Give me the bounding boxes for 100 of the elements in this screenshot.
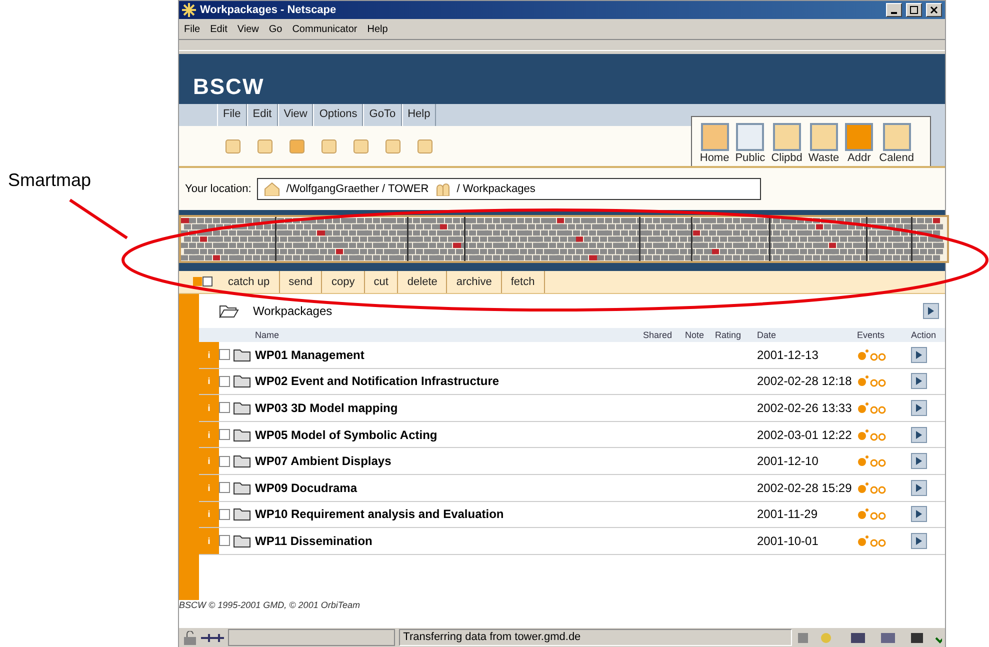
column-header[interactable]: Note: [685, 330, 715, 340]
action-menu-button[interactable]: [911, 480, 927, 496]
location-label: Your location:: [185, 183, 252, 195]
column-header[interactable]: Action: [911, 330, 945, 340]
column-header[interactable]: Rating: [715, 330, 757, 340]
menu-item[interactable]: File: [184, 24, 200, 34]
annotation-line: [69, 198, 128, 240]
triangle-icon: [916, 484, 922, 492]
item-name[interactable]: WP02 Event and Notification Infrastructure: [255, 374, 643, 388]
item-name[interactable]: WP10 Requirement analysis and Evaluation: [255, 507, 643, 522]
triangle-icon: [916, 404, 922, 412]
connection-icon: [200, 632, 224, 644]
date-cell-text: 2001-12-10: [757, 454, 820, 468]
annotation-label: Smartmap: [8, 170, 92, 190]
action-menu-button[interactable]: [911, 506, 927, 522]
status-text: Transferring data from tower.gmd.de: [399, 629, 792, 646]
action-button[interactable]: copy: [322, 271, 365, 293]
copyright-text: BSCW © 1995-2001 GMD, © 2001 OrbiTeam: [179, 600, 362, 612]
column-header[interactable]: Name: [255, 330, 643, 340]
smartmap-drawing[interactable]: [179, 215, 949, 263]
maximize-button[interactable]: [906, 3, 922, 17]
date-cell-text: 2002-02-26 13:33: [757, 400, 853, 415]
date-cell-text: 2001-10-01: [757, 534, 820, 548]
folder-icon: [233, 454, 251, 468]
menu-item[interactable]: Go: [268, 24, 282, 34]
folder-title: Workpackages: [253, 304, 332, 318]
toolbar-icon[interactable]: [417, 138, 433, 154]
row-checkbox[interactable]: [219, 456, 230, 467]
triangle-icon: [916, 350, 922, 359]
triangle-icon: [916, 510, 922, 518]
menu-item[interactable]: Communicator: [292, 24, 358, 34]
location-link[interactable]: /WolfgangGraether / TOWER: [286, 183, 429, 195]
date-cell-text: 2002-03-01 12:22: [757, 428, 853, 442]
date-cell-text: 2002-02-28 12:18: [757, 374, 853, 388]
toolbar-icon[interactable]: [385, 138, 401, 154]
triangle-icon: [916, 457, 922, 466]
action-menu-button[interactable]: [911, 426, 927, 443]
folder-icon: [233, 348, 251, 362]
row-checkbox[interactable]: [219, 402, 230, 414]
action-button[interactable]: send: [280, 271, 322, 293]
item-name[interactable]: WP01 Management: [255, 348, 643, 362]
folder-icon: [233, 534, 251, 548]
column-header[interactable]: Shared: [643, 330, 685, 340]
folder-icon: [233, 374, 251, 388]
item-name[interactable]: WP03 3D Model mapping: [255, 400, 643, 415]
item-name[interactable]: WP11 Dissemination: [255, 534, 643, 548]
action-menu-button[interactable]: [911, 532, 927, 549]
folder-icon: [233, 428, 251, 442]
folder-icon: [233, 480, 251, 495]
close-icon: [930, 6, 938, 14]
minimize-button[interactable]: [886, 3, 902, 17]
row-checkbox[interactable]: [219, 376, 230, 387]
menu-item[interactable]: Edit: [210, 24, 228, 34]
date-cell-text: 2001-12-13: [757, 348, 820, 362]
menu-item[interactable]: View: [237, 24, 259, 34]
item-name[interactable]: WP05 Model of Symbolic Acting: [255, 428, 643, 442]
app-icon: [182, 3, 196, 17]
open-folder-icon: [219, 304, 239, 318]
folder-icon: [233, 400, 251, 415]
people-icon: [434, 182, 451, 196]
row-checkbox[interactable]: [219, 429, 230, 440]
action-button[interactable]: fetch: [502, 271, 545, 293]
date-cell-text: 2002-02-28 15:29: [757, 480, 853, 495]
triangle-icon: [916, 430, 922, 439]
lock-icon: [182, 630, 197, 644]
action-menu-button[interactable]: [923, 303, 939, 319]
folder-icon: [233, 507, 251, 522]
row-checkbox[interactable]: [219, 482, 230, 494]
location-link[interactable]: / Workpackages: [456, 183, 536, 195]
row-checkbox[interactable]: [219, 508, 230, 520]
action-button[interactable]: archive: [447, 271, 502, 293]
row-checkbox[interactable]: [219, 535, 230, 546]
column-header[interactable]: Events: [857, 330, 911, 340]
component-icons-drawing[interactable]: [796, 630, 942, 644]
logo: BSCW: [193, 74, 264, 100]
action-menu-button[interactable]: [911, 453, 927, 470]
item-name[interactable]: WP09 Docudrama: [255, 480, 643, 495]
action-menu-button[interactable]: [911, 400, 927, 416]
toolbar-icon[interactable]: [225, 138, 241, 154]
menu-item[interactable]: Help: [367, 24, 388, 34]
action-button[interactable]: delete: [398, 271, 448, 293]
maximize-icon: [910, 6, 918, 14]
action-menu-button[interactable]: [911, 373, 927, 390]
date-cell-text: 2001-11-29: [757, 507, 818, 522]
toolbar-icon[interactable]: [289, 138, 305, 154]
toolbar-icon[interactable]: [321, 138, 337, 154]
triangle-icon: [928, 307, 934, 315]
item-name[interactable]: WP07 Ambient Displays: [255, 454, 643, 468]
toolbar-icon[interactable]: [257, 138, 273, 154]
close-button[interactable]: [926, 3, 942, 17]
action-menu-button[interactable]: [911, 346, 927, 363]
triangle-icon: [916, 377, 922, 386]
toolbar-icon[interactable]: [353, 138, 369, 154]
house-icon: [264, 182, 280, 196]
row-checkbox[interactable]: [219, 349, 230, 360]
column-header[interactable]: Date: [757, 330, 857, 340]
window-title: Workpackages - Netscape: [200, 4, 338, 16]
action-button[interactable]: catch up: [219, 271, 280, 293]
triangle-icon: [916, 536, 922, 545]
action-button[interactable]: cut: [364, 271, 398, 293]
